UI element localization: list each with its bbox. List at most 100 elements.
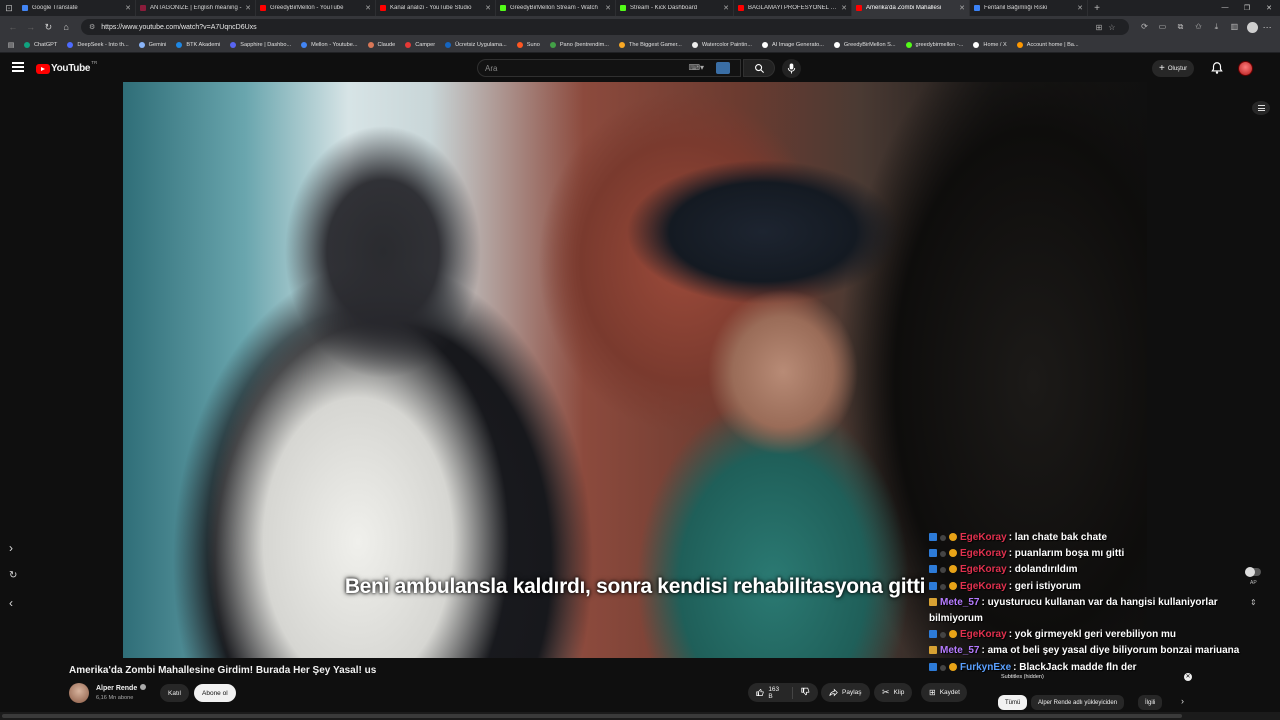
bookmark-item[interactable]: Gemini — [135, 38, 173, 53]
create-button[interactable]: + Oluştur — [1152, 60, 1195, 77]
chat-message: FurkynExe: BlackJack madde fln der — [929, 660, 1269, 676]
bookmark-item[interactable]: DeepSeek - Into th... — [63, 38, 134, 53]
new-tab-button[interactable]: + — [1088, 3, 1106, 14]
chat-username[interactable]: EgeKoray — [960, 581, 1007, 592]
favorites-icon[interactable]: ✩ — [1189, 22, 1207, 32]
browser-tab[interactable]: GreedyBirMellon Stream - Watch ✕ — [496, 0, 616, 16]
reload-icon[interactable]: ↻ — [39, 22, 57, 33]
subscribe-button[interactable]: Abone ol — [194, 684, 236, 702]
url-input[interactable]: ⚙ https://www.youtube.com/watch?v=A7Uqnc… — [80, 19, 1130, 35]
chip-from-uploader[interactable]: Alper Rende adlı yükleyiciden — [1031, 695, 1125, 710]
back-icon[interactable]: ← — [4, 22, 22, 32]
account-avatar[interactable] — [1238, 61, 1253, 76]
search-input[interactable]: Ara ⌨▾ — [477, 59, 741, 77]
bookmark-item[interactable]: greedybirmellon -... — [902, 38, 970, 53]
bookmark-item[interactable]: Account home | Ba... — [1013, 38, 1085, 53]
chevron-left-icon[interactable]: ‹ — [9, 596, 13, 610]
chat-username[interactable]: Mete_57 — [940, 597, 979, 608]
bookmark-item[interactable]: Ücretsiz Uygulama... — [441, 38, 513, 53]
channel-avatar[interactable] — [69, 683, 89, 703]
chat-username[interactable]: EgeKoray — [960, 548, 1007, 559]
tab-search-icon[interactable]: ⊡ — [0, 0, 18, 16]
bookmark-item[interactable]: ChatGPT — [20, 38, 63, 53]
chip-all[interactable]: Tümü — [998, 695, 1028, 710]
chip-related[interactable]: İlgili — [1138, 695, 1163, 710]
tab-close-icon[interactable]: ✕ — [485, 4, 491, 12]
sidebar-icon[interactable]: ▥ — [1225, 22, 1243, 32]
bookmark-star-icon[interactable]: ☆ — [1108, 23, 1121, 32]
tab-close-icon[interactable]: ✕ — [605, 4, 611, 12]
chat-username[interactable]: Mete_57 — [940, 645, 979, 656]
browser-tab[interactable]: Google Translate ✕ — [18, 0, 136, 16]
notifications-bell-icon[interactable] — [1210, 61, 1224, 75]
chevron-right-icon[interactable]: › — [9, 541, 13, 555]
moderator-badge-icon — [940, 632, 946, 639]
close-icon[interactable]: ✕ — [1184, 673, 1192, 681]
guide-menu-icon[interactable] — [12, 62, 24, 72]
warning-badge-icon — [949, 549, 957, 558]
browser-tab[interactable]: GreedyBirMellon - YouTube ✕ — [256, 0, 376, 16]
bookmark-item[interactable]: Claude — [364, 38, 402, 53]
join-button[interactable]: Katıl — [160, 684, 190, 702]
browser-menu-icon[interactable]: ⋯ — [1258, 22, 1276, 33]
forward-icon[interactable]: → — [22, 22, 40, 32]
browser-tab[interactable]: Fentanil Bağımlığı Riski ✕ — [970, 0, 1088, 16]
bookmark-item[interactable]: Pano (bentrendim... — [546, 38, 615, 53]
chat-username[interactable]: EgeKoray — [960, 629, 1007, 640]
voice-search-button[interactable] — [782, 59, 801, 78]
chat-username[interactable]: EgeKoray — [960, 532, 1007, 543]
save-button[interactable]: ⊞ Kaydet — [921, 683, 967, 702]
translate-extension-icon[interactable] — [716, 62, 730, 74]
extensions-icon[interactable]: ⧉ — [1171, 22, 1189, 32]
chat-username[interactable]: EgeKoray — [960, 564, 1007, 575]
bookmark-item[interactable]: GreedyBirMellon S... — [830, 38, 902, 53]
browser-tab[interactable]: ANTAGONIZE | English meaning - ✕ — [136, 0, 256, 16]
tab-close-icon[interactable]: ✕ — [365, 4, 371, 12]
share-button[interactable]: Paylaş — [821, 683, 870, 702]
chips-next-icon[interactable]: › — [1181, 696, 1184, 706]
tab-close-icon[interactable]: ✕ — [1077, 4, 1083, 12]
browser-tab[interactable]: BAĞLAMAYI PROFESYONEL ÇALM ✕ — [734, 0, 852, 16]
bookmark-item[interactable]: Sapphire | Dashbo... — [226, 38, 297, 53]
site-info-icon[interactable]: ⚙ — [89, 23, 95, 31]
bookmark-favicon-icon — [405, 42, 412, 48]
bookmark-item[interactable]: Watercolor Paintin... — [688, 38, 758, 53]
clip-button[interactable]: ✂ Klip — [874, 683, 913, 702]
browser-tab[interactable]: Stream - Kick Dashboard ✕ — [616, 0, 734, 16]
close-window-icon[interactable]: ✕ — [1258, 4, 1280, 12]
browser-tab[interactable]: Kanal analizi - YouTube Studio ✕ — [376, 0, 496, 16]
minimize-icon[interactable]: — — [1214, 4, 1236, 12]
keyboard-icon[interactable]: ⌨▾ — [688, 63, 704, 72]
like-button[interactable]: 163 B — [748, 686, 793, 700]
tab-close-icon[interactable]: ✕ — [723, 4, 729, 12]
bookmark-item[interactable]: Mellon - Youtube... — [297, 38, 363, 53]
channel-name[interactable]: Alper Rende — [96, 684, 147, 692]
chat-text: : lan chate bak chate — [1008, 532, 1108, 543]
bookmark-item[interactable]: BTK Akademi — [172, 38, 226, 53]
youtube-logo[interactable]: YouTube TR — [36, 60, 97, 74]
tab-close-icon[interactable]: ✕ — [125, 4, 131, 12]
browser-profile-avatar[interactable] — [1247, 21, 1259, 33]
chat-username[interactable]: FurkynExe — [960, 662, 1011, 673]
home-icon[interactable]: ⌂ — [57, 22, 75, 32]
live-chat-menu-button[interactable] — [1252, 101, 1270, 115]
split-icon[interactable]: ▭ — [1153, 22, 1171, 32]
horizontal-scrollbar[interactable] — [0, 712, 1280, 720]
bookmark-item[interactable]: The Biggest Gamer... — [615, 38, 688, 53]
tab-close-icon[interactable]: ✕ — [959, 4, 965, 12]
bookmark-item[interactable]: Home / X — [969, 38, 1012, 53]
maximize-icon[interactable]: ❐ — [1236, 4, 1258, 12]
bookmark-item[interactable]: AI Image Generato... — [758, 38, 830, 53]
downloads-icon[interactable]: ⤓ — [1207, 22, 1225, 32]
tab-close-icon[interactable]: ✕ — [245, 4, 251, 12]
tab-refresh-icon[interactable]: ⟳ — [1135, 22, 1153, 32]
install-icon[interactable]: ⊞ — [1096, 23, 1109, 32]
dislike-button[interactable] — [793, 687, 818, 698]
search-button[interactable] — [743, 59, 775, 77]
browser-tab[interactable]: Amerika'da Zombi Mahallesi ✕ — [852, 0, 970, 16]
bookmark-item[interactable]: Camper — [401, 38, 441, 53]
refresh-icon[interactable]: ↻ — [9, 570, 17, 581]
tab-close-icon[interactable]: ✕ — [841, 4, 847, 12]
bookmarks-folder-icon[interactable]: ▤ — [2, 41, 20, 49]
bookmark-item[interactable]: Suno — [513, 38, 546, 53]
